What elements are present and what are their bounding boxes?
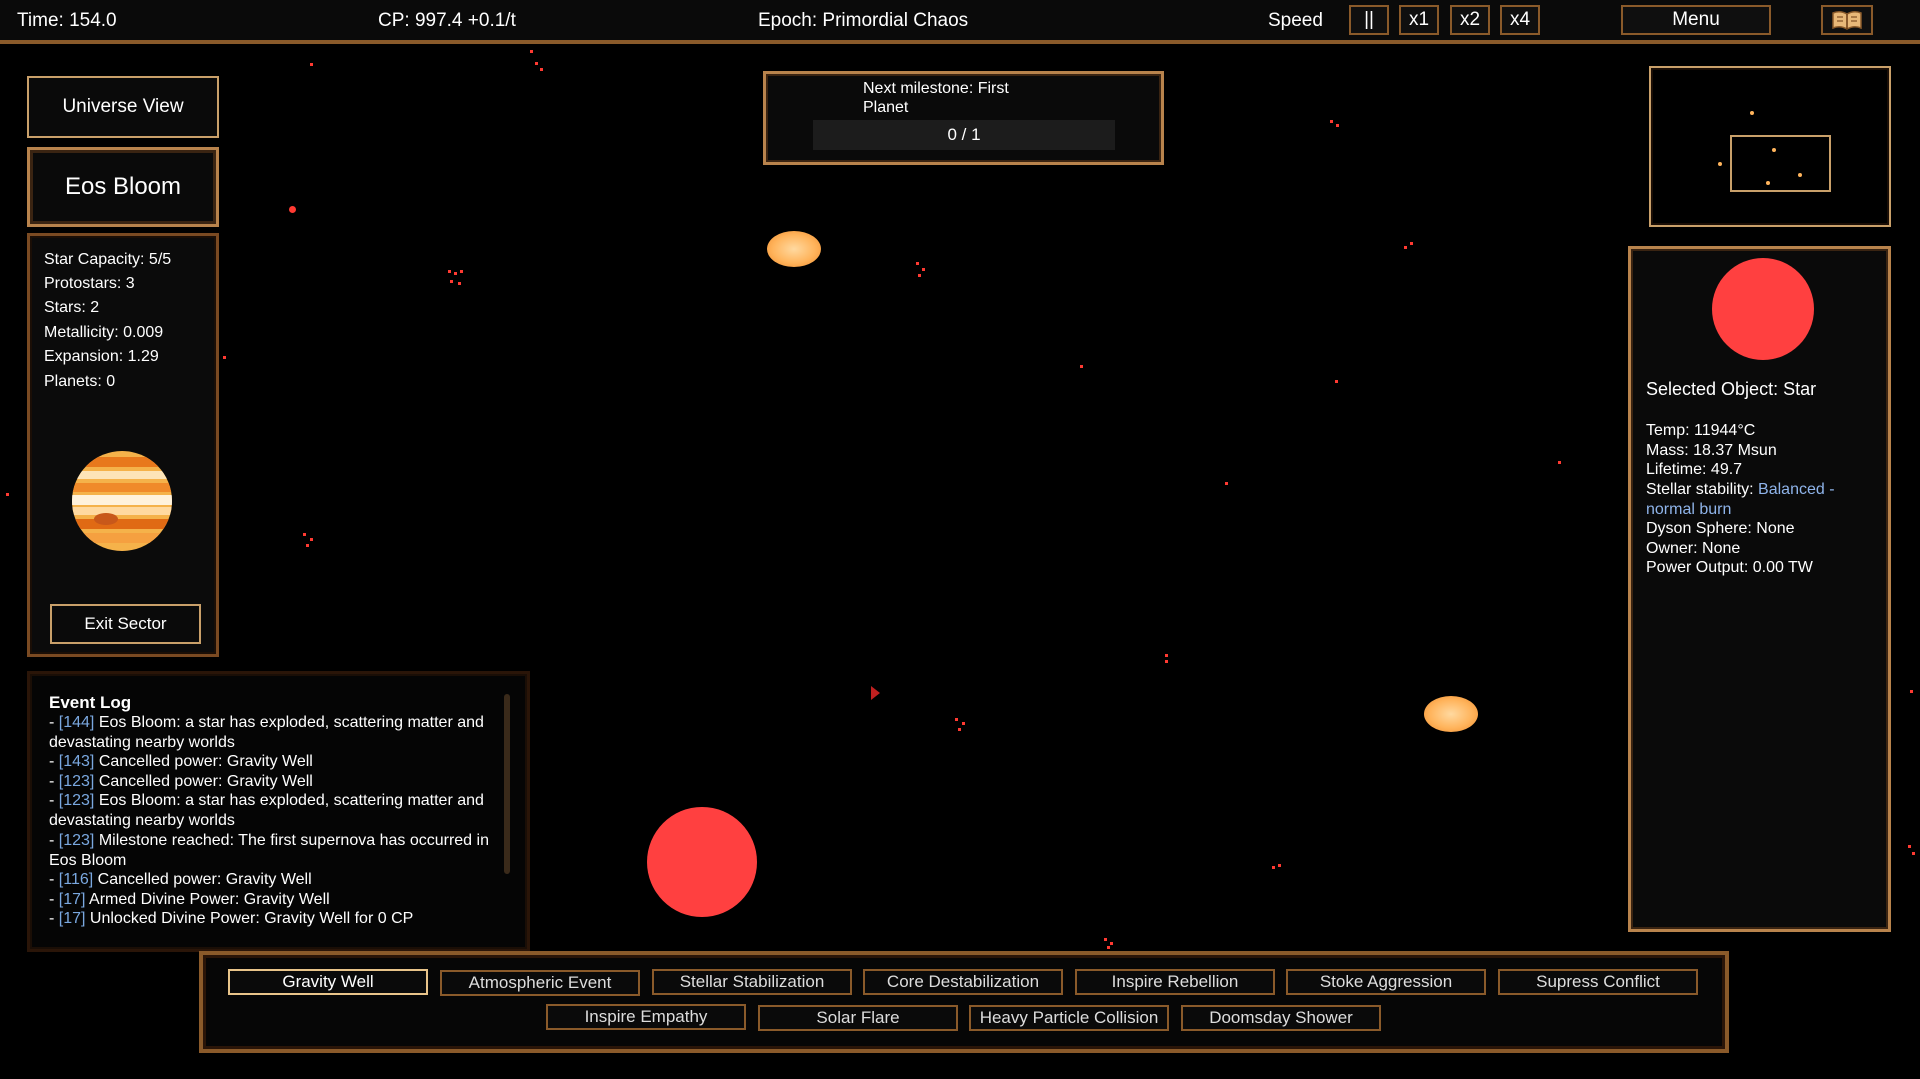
milestone-text: Next milestone: First Planet — [863, 80, 1009, 116]
power-core-destabilization[interactable]: Core Destabilization — [863, 969, 1063, 995]
menu-button[interactable]: Menu — [1621, 5, 1771, 35]
minimap[interactable] — [1649, 66, 1891, 227]
power-gravity-well[interactable]: Gravity Well — [228, 969, 428, 995]
log-entry: - [144] Eos Bloom: a star has exploded, … — [49, 714, 484, 751]
stat-expansion: Expansion: 1.29 — [44, 348, 159, 365]
minimap-viewport[interactable] — [1730, 135, 1831, 192]
log-entry: - [143] Cancelled power: Gravity Well — [49, 753, 313, 770]
stat-metallicity: Metallicity: 0.009 — [44, 324, 164, 341]
selected-object-panel: Selected Object: Star Temp: 11944°C Mass… — [1628, 246, 1891, 932]
sector-info-panel: Star Capacity: 5/5 Protostars: 3 Stars: … — [27, 233, 219, 657]
selected-object-title: Selected Object: Star — [1646, 379, 1817, 399]
epoch-readout: Epoch: Primordial Chaos — [758, 10, 969, 31]
power-stoke-aggression[interactable]: Stoke Aggression — [1286, 969, 1486, 995]
milestone-progress-bar: 0 / 1 — [813, 120, 1115, 150]
pause-button[interactable]: || — [1349, 5, 1389, 35]
speed-label: Speed — [1268, 10, 1323, 31]
log-entry: - [123] Eos Bloom: a star has exploded, … — [49, 792, 484, 829]
power-inspire-rebellion[interactable]: Inspire Rebellion — [1075, 969, 1275, 995]
cursor-marker — [871, 686, 880, 700]
log-entry: - [123] Cancelled power: Gravity Well — [49, 773, 313, 790]
star[interactable] — [647, 807, 757, 917]
star-temp: Temp: 11944°C — [1646, 422, 1756, 439]
power-atmospheric-event[interactable]: Atmospheric Event — [440, 970, 640, 996]
star-lifetime: Lifetime: 49.7 — [1646, 461, 1743, 478]
log-entry: - [17] Unlocked Divine Power: Gravity We… — [49, 910, 414, 927]
stat-stars: Stars: 2 — [44, 299, 100, 316]
power-inspire-empathy[interactable]: Inspire Empathy — [546, 1004, 746, 1030]
book-button[interactable] — [1821, 5, 1873, 35]
event-log-title: Event Log — [49, 693, 132, 712]
star-dyson: Dyson Sphere: None — [1646, 520, 1795, 537]
star-mass: Mass: 18.37 Msun — [1646, 442, 1777, 459]
star-power: Power Output: 0.00 TW — [1646, 559, 1813, 576]
book-icon — [1832, 10, 1862, 30]
cp-readout: CP: 997.4 +0.1/t — [378, 10, 516, 31]
power-doomsday-shower[interactable]: Doomsday Shower — [1181, 1005, 1381, 1031]
event-log-scrollbar[interactable] — [504, 694, 510, 874]
power-heavy-particle-collision[interactable]: Heavy Particle Collision — [969, 1005, 1169, 1031]
log-entry: - [17] Armed Divine Power: Gravity Well — [49, 891, 330, 908]
power-stellar-stabilization[interactable]: Stellar Stabilization — [652, 969, 852, 995]
protostar[interactable] — [1424, 696, 1478, 732]
stat-protostars: Protostars: 3 — [44, 275, 135, 292]
selected-star-icon — [1712, 258, 1814, 360]
star-owner: Owner: None — [1646, 540, 1741, 557]
power-supress-conflict[interactable]: Supress Conflict — [1498, 969, 1698, 995]
sector-name: Eos Bloom — [27, 147, 219, 227]
speed-x2-button[interactable]: x2 — [1450, 5, 1490, 35]
stat-star-capacity: Star Capacity: 5/5 — [44, 251, 172, 268]
log-entry: - [123] Milestone reached: The first sup… — [49, 832, 489, 869]
protostar[interactable] — [767, 231, 821, 267]
top-bar: Time: 154.0 CP: 997.4 +0.1/t Epoch: Prim… — [0, 0, 1920, 44]
gas-giant-icon — [72, 451, 172, 551]
time-readout: Time: 154.0 — [17, 10, 117, 31]
log-entry: - [116] Cancelled power: Gravity Well — [49, 871, 312, 888]
exit-sector-button[interactable]: Exit Sector — [50, 604, 201, 644]
speed-x1-button[interactable]: x1 — [1399, 5, 1439, 35]
divine-powers-bar: Gravity Well Atmospheric Event Stellar S… — [199, 951, 1729, 1053]
event-log-panel: Event Log - [144] Eos Bloom: a star has … — [27, 671, 530, 952]
power-solar-flare[interactable]: Solar Flare — [758, 1005, 958, 1031]
star-stability: Stellar stability: Balanced - normal bur… — [1646, 481, 1835, 518]
speed-x4-button[interactable]: x4 — [1500, 5, 1540, 35]
universe-view-button[interactable]: Universe View — [27, 76, 219, 138]
stat-planets: Planets: 0 — [44, 373, 116, 390]
milestone-panel: Next milestone: First Planet 0 / 1 — [763, 71, 1164, 165]
